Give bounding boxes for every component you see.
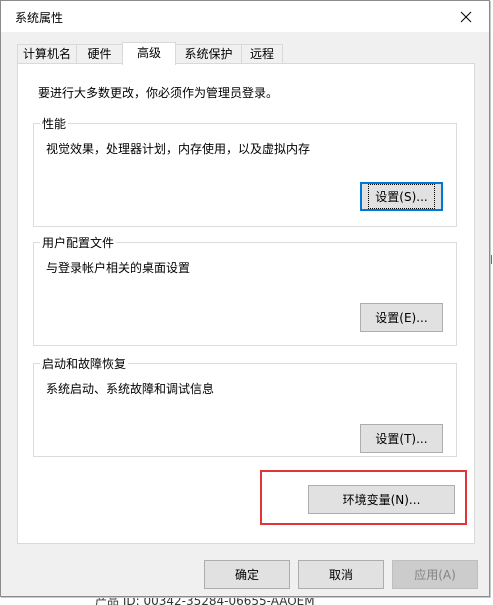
advanced-tab-panel: 要进行大多数更改，你必须作为管理员登录。 性能 视觉效果，处理器计划，内存使用，… [17,63,475,544]
ok-button[interactable]: 确定 [204,560,290,589]
user-profiles-settings-button[interactable]: 设置(E)... [360,303,443,332]
tab-hardware[interactable]: 硬件 [76,44,123,64]
user-profiles-group-title: 用户配置文件 [40,234,117,251]
cancel-button[interactable]: 取消 [298,560,384,589]
close-button[interactable] [443,1,489,32]
performance-settings-label: 设置(S)... [368,184,435,209]
user-profiles-description: 与登录帐户相关的桌面设置 [46,261,191,275]
startup-recovery-settings-button[interactable]: 设置(T)... [360,424,443,453]
tab-advanced[interactable]: 高级 [122,42,176,65]
performance-group: 性能 视觉效果，处理器计划，内存使用，以及虚拟内存 设置(S)... [33,115,457,227]
startup-recovery-description: 系统启动、系统故障和调试信息 [46,382,215,396]
environment-variables-button[interactable]: 环境变量(N)... [308,485,455,514]
tab-remote[interactable]: 远程 [241,44,283,64]
dialog-titlebar[interactable]: 系统属性 [1,1,489,32]
performance-description: 视觉效果，处理器计划，内存使用，以及虚拟内存 [46,142,311,156]
performance-group-title: 性能 [40,115,69,132]
system-properties-dialog: 系统属性 计算机名 硬件 高级 系统保护 远程 要进行大多数更改，你必须作为管理… [0,0,490,597]
startup-recovery-group: 启动和故障恢复 系统启动、系统故障和调试信息 设置(T)... [33,355,457,457]
dialog-title: 系统属性 [15,11,64,25]
apply-button[interactable]: 应用(A) [392,560,478,589]
tab-computer-name[interactable]: 计算机名 [17,44,77,64]
tab-system-protection[interactable]: 系统保护 [175,44,242,64]
close-icon [460,11,472,22]
performance-settings-button[interactable]: 设置(S)... [360,182,443,211]
user-profiles-group: 用户配置文件 与登录帐户相关的桌面设置 设置(E)... [33,234,457,346]
admin-notice: 要进行大多数更改，你必须作为管理员登录。 [38,86,279,100]
startup-recovery-group-title: 启动和故障恢复 [40,355,129,372]
